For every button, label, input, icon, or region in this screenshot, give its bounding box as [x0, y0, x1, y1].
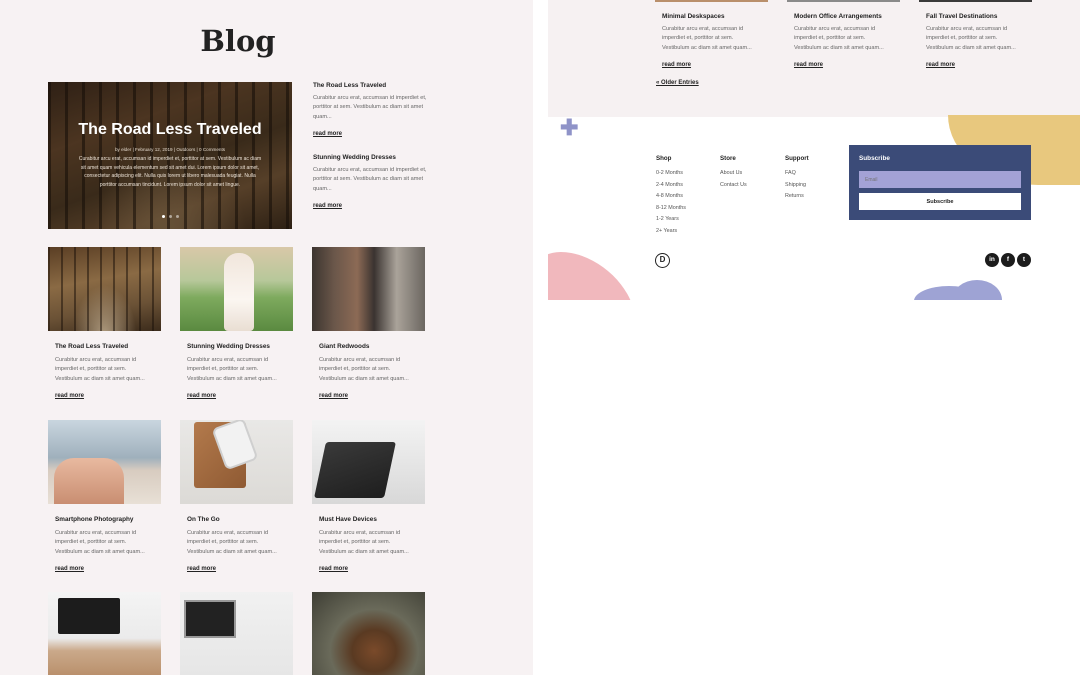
- post-card: Smartphone Photography Curabitur arcu er…: [48, 420, 161, 575]
- post-card: Giant Redwoods Curabitur arcu erat, accu…: [312, 247, 425, 402]
- footer-link[interactable]: 0-2 Months: [656, 168, 716, 180]
- footer-link[interactable]: About Us: [720, 168, 780, 180]
- post-excerpt: Curabitur arcu erat, accumsan id imperdi…: [662, 26, 752, 51]
- footer-link[interactable]: 4-8 Months: [656, 191, 716, 203]
- post-title[interactable]: On The Go: [187, 516, 286, 524]
- email-field[interactable]: [859, 171, 1021, 188]
- footer-column-support: Support FAQ Shipping Returns: [785, 155, 845, 203]
- divi-logo-icon[interactable]: D: [655, 253, 670, 268]
- post-card: [312, 592, 425, 675]
- footer-heading: Shop: [656, 155, 672, 162]
- facebook-icon[interactable]: f: [1001, 253, 1015, 267]
- post-excerpt: Curabitur arcu erat, accumsan id imperdi…: [187, 530, 277, 555]
- hero-excerpt: Curabitur arcu erat, accumsan id imperdi…: [78, 156, 262, 188]
- slider-dots: [48, 215, 292, 218]
- post-excerpt: Curabitur arcu erat, accumsan id imperdi…: [794, 26, 884, 51]
- footer-column-shop: Shop 0-2 Months 2-4 Months 4-8 Months 8-…: [656, 155, 716, 238]
- post-title[interactable]: The Road Less Traveled: [55, 343, 154, 351]
- post-title[interactable]: Minimal Deskspaces: [662, 13, 761, 21]
- post-thumbnail[interactable]: [48, 592, 161, 675]
- subscribe-button[interactable]: Subscribe: [859, 193, 1021, 210]
- blog-page: Blog The Road Less Traveled by elder | F…: [0, 0, 533, 675]
- post-thumbnail[interactable]: [180, 592, 293, 675]
- post-card: [180, 592, 293, 675]
- slider-dot[interactable]: [168, 215, 172, 218]
- post-excerpt: Curabitur arcu erat, accumsan id imperdi…: [319, 357, 409, 382]
- slider-dot[interactable]: [161, 215, 165, 218]
- post-thumbnail[interactable]: [312, 247, 425, 331]
- footer-link[interactable]: Shipping: [785, 180, 845, 192]
- read-more-link[interactable]: read more: [187, 566, 216, 572]
- post-title[interactable]: Smartphone Photography: [55, 516, 154, 524]
- footer-heading: Store: [720, 155, 736, 162]
- post-thumbnail[interactable]: [180, 247, 293, 331]
- footer-column-store: Store About Us Contact Us: [720, 155, 780, 191]
- read-more-link[interactable]: read more: [319, 393, 348, 399]
- post-excerpt: Curabitur arcu erat, accumsan id imperdi…: [313, 95, 427, 120]
- read-more-link[interactable]: read more: [662, 62, 691, 68]
- hero-meta: by elder | February 12, 2019 | Outdoors …: [114, 147, 226, 152]
- post-title[interactable]: The Road Less Traveled: [313, 82, 428, 90]
- post-excerpt: Curabitur arcu erat, accumsan id imperdi…: [313, 167, 427, 192]
- post-title[interactable]: Giant Redwoods: [319, 343, 418, 351]
- footer-link[interactable]: Contact Us: [720, 180, 780, 192]
- footer-link[interactable]: 2+ Years: [656, 226, 716, 238]
- post-card: Stunning Wedding Dresses Curabitur arcu …: [180, 247, 293, 402]
- subscribe-form: Subscribe Subscribe: [849, 145, 1031, 220]
- older-entries-link[interactable]: « Older Entries: [656, 80, 699, 86]
- post-card: [48, 592, 161, 675]
- read-more-link[interactable]: read more: [319, 566, 348, 572]
- post-thumbnail[interactable]: [180, 420, 293, 504]
- footer-link[interactable]: 1-2 Years: [656, 214, 716, 226]
- post-card: Minimal Deskspaces Curabitur arcu erat, …: [655, 0, 768, 71]
- post-card: Modern Office Arrangements Curabitur arc…: [787, 0, 900, 71]
- post-title[interactable]: Modern Office Arrangements: [794, 13, 893, 21]
- read-more-link[interactable]: read more: [794, 62, 823, 68]
- read-more-link[interactable]: read more: [926, 62, 955, 68]
- post-thumbnail[interactable]: [48, 420, 161, 504]
- post-excerpt: Curabitur arcu erat, accumsan id imperdi…: [926, 26, 1016, 51]
- instagram-icon[interactable]: in: [985, 253, 999, 267]
- post-title[interactable]: Stunning Wedding Dresses: [187, 343, 286, 351]
- hero-title[interactable]: The Road Less Traveled: [48, 121, 292, 139]
- post-card: On The Go Curabitur arcu erat, accumsan …: [180, 420, 293, 575]
- footer-heading: Support: [785, 155, 809, 162]
- post-title[interactable]: Must Have Devices: [319, 516, 418, 524]
- post-title[interactable]: Fall Travel Destinations: [926, 13, 1025, 21]
- post-thumbnail[interactable]: [919, 0, 1032, 2]
- post-excerpt: Curabitur arcu erat, accumsan id imperdi…: [319, 530, 409, 555]
- read-more-link[interactable]: read more: [313, 203, 342, 209]
- slider-dot[interactable]: [175, 215, 179, 218]
- subscribe-title: Subscribe: [859, 155, 890, 162]
- footer-link[interactable]: FAQ: [785, 168, 845, 180]
- read-more-link[interactable]: read more: [55, 566, 84, 572]
- post-thumbnail[interactable]: [787, 0, 900, 2]
- post-thumbnail[interactable]: [312, 592, 425, 675]
- read-more-link[interactable]: read more: [55, 393, 84, 399]
- post-thumbnail[interactable]: [312, 420, 425, 504]
- side-post: The Road Less Traveled Curabitur arcu er…: [313, 82, 428, 140]
- post-excerpt: Curabitur arcu erat, accumsan id imperdi…: [55, 357, 145, 382]
- footer-link[interactable]: 2-4 Months: [656, 180, 716, 192]
- read-more-link[interactable]: read more: [187, 393, 216, 399]
- post-excerpt: Curabitur arcu erat, accumsan id imperdi…: [55, 530, 145, 555]
- post-card: Fall Travel Destinations Curabitur arcu …: [919, 0, 1032, 71]
- twitter-icon[interactable]: t: [1017, 253, 1031, 267]
- post-title[interactable]: Stunning Wedding Dresses: [313, 154, 428, 162]
- post-card: Must Have Devices Curabitur arcu erat, a…: [312, 420, 425, 575]
- post-card: The Road Less Traveled Curabitur arcu er…: [48, 247, 161, 402]
- footer-link[interactable]: 8-12 Months: [656, 203, 716, 215]
- archive-page: Minimal Deskspaces Curabitur arcu erat, …: [548, 0, 1080, 300]
- plus-decoration-icon: ✚: [560, 115, 579, 140]
- archive-section: Minimal Deskspaces Curabitur arcu erat, …: [548, 0, 1080, 117]
- side-post: Stunning Wedding Dresses Curabitur arcu …: [313, 154, 428, 212]
- post-thumbnail[interactable]: [48, 247, 161, 331]
- post-thumbnail[interactable]: [655, 0, 768, 2]
- read-more-link[interactable]: read more: [313, 131, 342, 137]
- footer-link[interactable]: Returns: [785, 191, 845, 203]
- hero-slider[interactable]: The Road Less Traveled by elder | Februa…: [48, 82, 292, 229]
- page-title: Blog: [200, 24, 276, 58]
- post-excerpt: Curabitur arcu erat, accumsan id imperdi…: [187, 357, 277, 382]
